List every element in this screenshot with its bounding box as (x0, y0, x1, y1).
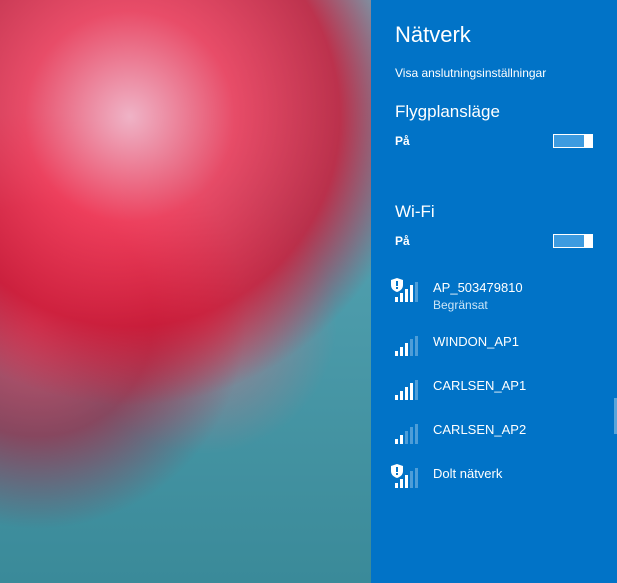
airplane-mode-label: Flygplansläge (371, 90, 617, 128)
airplane-mode-state: På (395, 134, 410, 148)
toggle-thumb (584, 134, 592, 148)
wifi-signal-icon (395, 468, 419, 488)
network-name: CARLSEN_AP1 (433, 378, 526, 394)
network-text: CARLSEN_AP1 (433, 378, 526, 394)
network-text: CARLSEN_AP2 (433, 422, 526, 438)
network-item[interactable]: WINDON_AP1 (371, 324, 617, 368)
wifi-signal-icon (395, 336, 419, 356)
wifi-signal-icon (395, 380, 419, 400)
shield-warning-icon (391, 278, 403, 292)
connection-settings-link[interactable]: Visa anslutningsinställningar (371, 60, 617, 90)
network-list: AP_503479810 Begränsat WINDON_AP1 CARLSEN_A… (371, 262, 617, 500)
network-item[interactable]: Dolt nätverk (371, 456, 617, 500)
network-name: CARLSEN_AP2 (433, 422, 526, 438)
airplane-mode-toggle[interactable] (553, 134, 593, 148)
wifi-signal-icon (395, 424, 419, 444)
wifi-row: På (371, 228, 617, 262)
panel-title: Nätverk (371, 0, 617, 60)
network-text: WINDON_AP1 (433, 334, 519, 350)
network-status: Begränsat (433, 298, 523, 312)
network-text: Dolt nätverk (433, 466, 502, 482)
network-item[interactable]: CARLSEN_AP1 (371, 368, 617, 412)
wifi-toggle[interactable] (553, 234, 593, 248)
network-text: AP_503479810 Begränsat (433, 280, 523, 312)
network-item[interactable]: AP_503479810 Begränsat (371, 270, 617, 324)
shield-warning-icon (391, 464, 403, 478)
network-name: AP_503479810 (433, 280, 523, 296)
network-item[interactable]: CARLSEN_AP2 (371, 412, 617, 456)
network-name: WINDON_AP1 (433, 334, 519, 350)
wifi-label: Wi-Fi (371, 190, 617, 228)
network-name: Dolt nätverk (433, 466, 502, 482)
desktop-wallpaper (0, 0, 371, 583)
toggle-thumb (584, 234, 592, 248)
wifi-signal-icon (395, 282, 419, 302)
airplane-mode-row: På (371, 128, 617, 162)
wifi-state: På (395, 234, 410, 248)
network-panel: Nätverk Visa anslutningsinställningar Fl… (371, 0, 617, 583)
